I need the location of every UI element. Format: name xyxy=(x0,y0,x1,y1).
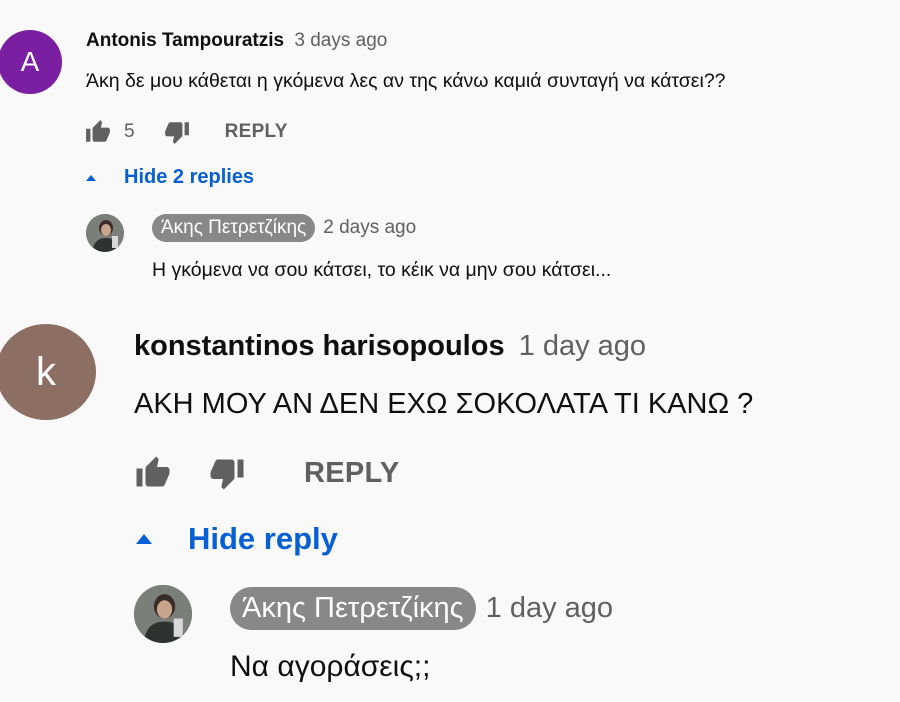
reply-button[interactable]: REPLY xyxy=(304,457,400,490)
timestamp[interactable]: 1 day ago xyxy=(486,592,613,625)
reply-text: Να αγοράσεις;; xyxy=(230,650,431,683)
avatar[interactable]: A xyxy=(0,30,62,94)
thumbs-up-icon[interactable] xyxy=(134,455,172,491)
comment-thread-1: A Antonis Tampouratzis 3 days ago Άκη δε… xyxy=(0,0,900,300)
avatar[interactable] xyxy=(134,585,192,643)
comment-header: Antonis Tampouratzis 3 days ago xyxy=(86,30,387,52)
thumbs-up-icon[interactable] xyxy=(84,119,112,145)
timestamp[interactable]: 3 days ago xyxy=(294,30,387,51)
reply-header: Άκης Πετρετζίκης 1 day ago xyxy=(230,587,613,630)
reply-button[interactable]: REPLY xyxy=(225,121,288,143)
thumbs-down-icon[interactable] xyxy=(208,455,246,491)
creator-badge[interactable]: Άκης Πετρετζίκης xyxy=(152,214,316,242)
hide-replies-button[interactable]: Hide 2 replies xyxy=(84,166,254,189)
comment-actions: REPLY xyxy=(134,453,400,493)
hide-replies-label: Hide 2 replies xyxy=(124,166,255,188)
avatar-letter: k xyxy=(36,349,56,394)
like-count: 5 xyxy=(124,121,135,142)
caret-up-icon xyxy=(84,173,98,183)
author-name[interactable]: konstantinos harisopoulos xyxy=(134,330,505,362)
creator-badge[interactable]: Άκης Πετρετζίκης xyxy=(230,587,476,630)
reply-text: Η γκόμενα να σου κάτσει, το κέικ να μην … xyxy=(152,259,612,281)
comment-header: konstantinos harisopoulos 1 day ago xyxy=(134,330,646,363)
timestamp[interactable]: 2 days ago xyxy=(323,217,416,239)
avatar[interactable] xyxy=(86,214,124,252)
reply-header: Άκης Πετρετζίκης 2 days ago xyxy=(152,214,416,242)
caret-up-icon xyxy=(134,532,154,546)
comment-actions: 5 REPLY xyxy=(84,116,288,148)
avatar[interactable]: k xyxy=(0,324,96,420)
thumbs-down-icon[interactable] xyxy=(163,119,191,145)
hide-replies-label: Hide reply xyxy=(188,521,338,556)
author-name[interactable]: Antonis Tampouratzis xyxy=(86,30,284,51)
comment-text: Άκη δε μου κάθεται η γκόμενα λες αν της … xyxy=(86,70,726,92)
timestamp[interactable]: 1 day ago xyxy=(519,330,646,362)
comment-thread-2: k konstantinos harisopoulos 1 day ago ΑΚ… xyxy=(0,300,900,702)
comment-text: ΑΚΗ ΜΟΥ ΑΝ ΔΕΝ ΕΧΩ ΣΟΚΟΛΑΤΑ ΤΙ ΚΑΝΩ ? xyxy=(134,388,754,420)
avatar-letter: A xyxy=(20,46,40,77)
hide-replies-button[interactable]: Hide reply xyxy=(134,521,338,557)
